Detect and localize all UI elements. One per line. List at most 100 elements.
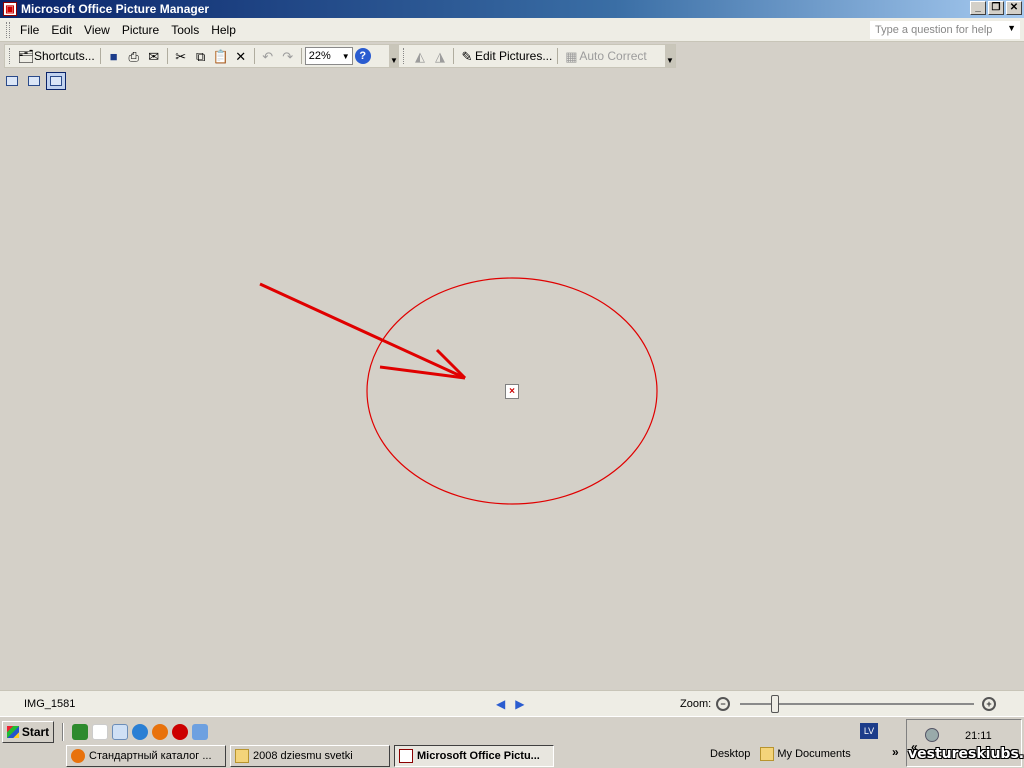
undo-button[interactable]: ↶: [258, 46, 278, 66]
single-picture-view-icon: [50, 76, 62, 86]
thumbnail-view-button[interactable]: [2, 72, 22, 90]
paste-button[interactable]: 📋: [211, 46, 231, 66]
delete-icon: ✕: [235, 48, 247, 64]
shortcuts-label: Shortcuts...: [34, 49, 95, 63]
zoom-slider-thumb[interactable]: [771, 695, 780, 713]
task-button-catalog[interactable]: Стандартный каталог ...: [66, 745, 226, 767]
close-button[interactable]: ✕: [1006, 1, 1022, 15]
thumbnail-view-icon: [6, 76, 18, 86]
edit-pictures-icon: ✎: [461, 48, 473, 64]
view-switcher: [2, 72, 66, 90]
start-label: Start: [21, 725, 50, 739]
restore-button[interactable]: ❐: [988, 1, 1004, 15]
picture-manager-icon[interactable]: ▣: [3, 2, 17, 16]
opera-icon[interactable]: [172, 724, 188, 740]
toolbar-options-icon[interactable]: ▼: [388, 45, 399, 67]
toolbar-separator: [99, 48, 101, 64]
rotate-right-button[interactable]: ◮: [430, 46, 450, 66]
menu-picture[interactable]: Picture: [116, 23, 165, 37]
toolbar-options-icon[interactable]: ▼: [665, 45, 675, 67]
volume-icon[interactable]: [925, 728, 939, 742]
task-label: 2008 dziesmu svetki: [253, 750, 353, 762]
toolbar-separator: [557, 48, 559, 64]
redo-button[interactable]: ↷: [278, 46, 298, 66]
email-button[interactable]: ✉: [144, 46, 164, 66]
minimize-button[interactable]: _: [970, 1, 986, 15]
firefox-icon: [71, 749, 85, 763]
menu-help[interactable]: Help: [205, 23, 242, 37]
single-picture-view-button[interactable]: [46, 72, 66, 90]
shortcuts-icon: 🗂: [17, 48, 35, 64]
window-title: Microsoft Office Picture Manager: [21, 2, 210, 16]
toolbar-separator: [166, 48, 168, 64]
desktop-link[interactable]: Desktop: [710, 748, 750, 760]
help-dropdown-icon[interactable]: ▼: [1007, 23, 1016, 33]
internet-explorer-icon[interactable]: [132, 724, 148, 740]
rotate-left-button[interactable]: ◭: [410, 46, 430, 66]
menu-tools[interactable]: Tools: [165, 23, 205, 37]
taskbar: Start LV Стандартный каталог ... 2008 dz…: [0, 716, 1024, 768]
notepad-icon[interactable]: [112, 724, 128, 740]
filmstrip-view-icon: [28, 76, 40, 86]
edit-pictures-button[interactable]: ✎ Edit Pictures...: [457, 46, 554, 66]
current-file-name: IMG_1581: [24, 697, 76, 710]
quick-launch-separator: [62, 723, 64, 741]
paste-icon: 📋: [212, 48, 229, 64]
status-bar: IMG_1581 ◀ ▶ Zoom: − +: [0, 690, 1024, 716]
toolbar-grip[interactable]: [9, 48, 12, 64]
quick-launch: [62, 723, 208, 741]
zoom-value: 22%: [308, 50, 331, 62]
task-label: Microsoft Office Pictu...: [417, 750, 540, 762]
shortcuts-button[interactable]: 🗂 Shortcuts...: [16, 46, 97, 66]
menu-grip[interactable]: [6, 21, 10, 38]
toolbar-grip[interactable]: [402, 48, 406, 64]
zoom-combo[interactable]: 22% ▼: [304, 47, 353, 65]
zoom-out-button[interactable]: −: [716, 696, 730, 711]
picture-navigation: ◀ ▶: [496, 697, 524, 711]
menu-edit[interactable]: Edit: [45, 23, 78, 37]
clock[interactable]: 21:11: [965, 730, 992, 742]
title-bar: ▣ Microsoft Office Picture Manager _ ❐ ✕: [0, 0, 1024, 18]
auto-correct-icon: ▦: [565, 48, 578, 64]
broken-image-icon[interactable]: ×: [505, 384, 519, 399]
my-documents-icon: [760, 747, 775, 761]
cut-icon: ✂: [175, 48, 187, 64]
site-watermark: vestureskiubs.lv: [908, 746, 1024, 762]
auto-correct-button[interactable]: ▦ Auto Correct: [561, 46, 648, 66]
toolbar-expand-icon[interactable]: »: [892, 745, 899, 759]
print-button[interactable]: ⎙: [124, 46, 144, 66]
filmstrip-view-button[interactable]: [24, 72, 44, 90]
my-documents-link[interactable]: My Documents: [760, 747, 851, 761]
task-button-folder[interactable]: 2008 dziesmu svetki: [230, 745, 390, 767]
desktop-toolbar: Desktop My Documents: [710, 747, 851, 761]
next-picture-icon[interactable]: ▶: [515, 697, 524, 711]
previous-picture-icon[interactable]: ◀: [496, 697, 505, 711]
help-search-box[interactable]: Type a question for help ▼: [870, 21, 1020, 39]
save-button[interactable]: ■: [104, 46, 124, 66]
help-button[interactable]: ?: [353, 46, 373, 66]
show-desktop-icon[interactable]: [192, 724, 208, 740]
task-button-picture-manager[interactable]: Microsoft Office Pictu...: [394, 745, 554, 767]
zoom-in-button[interactable]: +: [982, 696, 996, 711]
windows-logo-icon: [6, 726, 19, 738]
start-button[interactable]: Start: [2, 721, 54, 743]
language-indicator[interactable]: LV: [860, 723, 878, 739]
print-icon: ⎙: [128, 48, 139, 64]
menu-bar: File Edit View Picture Tools Help Type a…: [0, 18, 1024, 42]
zoom-dropdown-icon[interactable]: ▼: [342, 52, 350, 61]
ebay-icon[interactable]: [92, 724, 108, 740]
copy-button[interactable]: ⧉: [191, 46, 211, 66]
rotate-right-icon: ◮: [434, 48, 445, 64]
undo-icon: ↶: [262, 48, 274, 64]
utorrent-icon[interactable]: [72, 724, 88, 740]
help-icon: ?: [354, 48, 371, 64]
menu-view[interactable]: View: [78, 23, 116, 37]
firefox-icon[interactable]: [152, 724, 168, 740]
toolbar-separator: [452, 48, 454, 64]
standard-toolbar: 🗂 Shortcuts... ■ ⎙ ✉ ✂ ⧉ 📋 ✕ ↶ ↷ 22% ▼ ?…: [4, 44, 676, 68]
cut-button[interactable]: ✂: [171, 46, 191, 66]
picture-manager-icon: [399, 749, 413, 763]
email-icon: ✉: [148, 48, 160, 64]
menu-file[interactable]: File: [14, 23, 45, 37]
delete-button[interactable]: ✕: [231, 46, 251, 66]
